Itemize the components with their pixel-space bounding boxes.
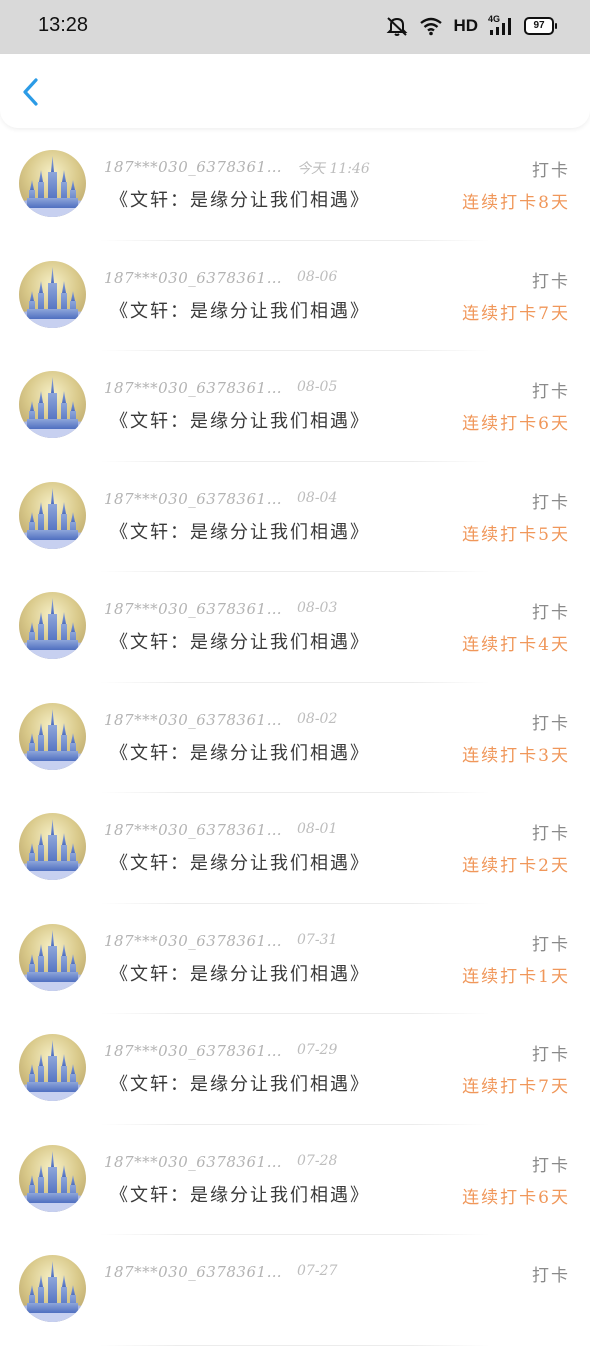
castle-avatar-image — [19, 1034, 86, 1101]
row-username: 187***030_6378361… — [104, 1152, 283, 1171]
status-icons: HD 4G 97 — [385, 14, 557, 38]
status-bar: 13:28 HD 4G 97 — [0, 0, 590, 54]
row-date: 07-29 — [297, 1042, 338, 1058]
checkin-record-row[interactable]: 187***030_6378361… 07-28 《文轩：是缘分让我们相遇》 打… — [0, 1125, 590, 1235]
row-checkin-label: 打卡 — [532, 1266, 570, 1286]
avatar[interactable] — [19, 592, 86, 659]
wifi-icon — [419, 16, 443, 36]
avatar[interactable] — [19, 481, 86, 549]
castle-avatar-image — [19, 923, 86, 991]
avatar[interactable] — [19, 150, 86, 217]
checkin-record-row[interactable]: 187***030_6378361… 今天 11:46 《文轩：是缘分让我们相遇… — [0, 130, 590, 241]
row-divider — [100, 1344, 490, 1346]
avatar[interactable] — [19, 702, 86, 770]
row-checkin-label: 打卡 — [532, 1155, 570, 1176]
castle-avatar-image — [19, 150, 86, 217]
checkin-record-list: 187***030_6378361… 今天 11:46 《文轩：是缘分让我们相遇… — [0, 130, 590, 1346]
row-username: 187***030_6378361… — [104, 379, 283, 397]
row-work-title: 《文轩：是缘分让我们相遇》 — [110, 632, 370, 653]
row-date: 08-04 — [297, 489, 338, 506]
row-username: 187***030_6378361… — [104, 600, 283, 618]
back-button[interactable] — [14, 74, 50, 110]
castle-avatar-image — [19, 260, 86, 328]
row-date: 08-05 — [297, 379, 338, 395]
row-checkin-label: 打卡 — [532, 713, 570, 734]
status-time: 13:28 — [38, 14, 89, 36]
row-streak-badge: 连续打卡8天 — [462, 193, 570, 213]
row-streak-badge: 连续打卡2天 — [462, 856, 570, 876]
row-date: 08-06 — [297, 268, 338, 285]
signal-icon: 4G — [488, 14, 514, 37]
row-work-title: 《文轩：是缘分让我们相遇》 — [110, 853, 370, 874]
checkin-record-row[interactable]: 187***030_6378361… 07-29 《文轩：是缘分让我们相遇》 打… — [0, 1014, 590, 1125]
row-username: 187***030_6378361… — [104, 1042, 283, 1060]
row-work-title: 《文轩：是缘分让我们相遇》 — [110, 1184, 370, 1206]
row-date: 今天 11:46 — [297, 161, 370, 177]
checkin-record-row[interactable]: 187***030_6378361… 07-31 《文轩：是缘分让我们相遇》 打… — [0, 904, 590, 1014]
row-work-title: 《文轩：是缘分让我们相遇》 — [110, 963, 370, 985]
row-work-title: 《文轩：是缘分让我们相遇》 — [110, 300, 370, 322]
network-hd-label: HD — [453, 16, 478, 35]
row-username: 187***030_6378361… — [104, 931, 283, 950]
row-checkin-label: 打卡 — [532, 1045, 570, 1065]
castle-avatar-image — [19, 481, 86, 549]
row-checkin-label: 打卡 — [532, 603, 570, 623]
row-username: 187***030_6378361… — [104, 268, 283, 287]
checkin-record-row[interactable]: 187***030_6378361… 07-27 打卡 — [0, 1235, 590, 1346]
row-streak-badge: 连续打卡1天 — [462, 966, 570, 987]
mute-bell-icon — [385, 15, 409, 37]
row-checkin-label: 打卡 — [532, 934, 570, 955]
row-date: 07-31 — [297, 931, 338, 948]
checkin-record-row[interactable]: 187***030_6378361… 08-06 《文轩：是缘分让我们相遇》 打… — [0, 241, 590, 351]
row-streak-badge: 连续打卡7天 — [462, 1077, 570, 1097]
row-checkin-label: 打卡 — [532, 271, 570, 292]
avatar[interactable] — [19, 923, 86, 991]
checkin-record-row[interactable]: 187***030_6378361… 08-04 《文轩：是缘分让我们相遇》 打… — [0, 462, 590, 572]
row-date: 08-03 — [297, 600, 338, 616]
row-work-title: 《文轩：是缘分让我们相遇》 — [110, 1074, 370, 1095]
row-streak-badge: 连续打卡5天 — [462, 524, 570, 545]
row-work-title: 《文轩：是缘分让我们相遇》 — [110, 411, 370, 432]
row-username: 187***030_6378361… — [104, 1263, 283, 1281]
row-checkin-label: 打卡 — [532, 824, 570, 844]
avatar[interactable] — [19, 813, 86, 880]
row-username: 187***030_6378361… — [104, 489, 283, 508]
castle-avatar-image — [19, 592, 86, 659]
row-username: 187***030_6378361… — [104, 710, 283, 729]
row-username: 187***030_6378361… — [104, 821, 283, 839]
row-streak-badge: 连续打卡6天 — [462, 1187, 570, 1208]
row-work-title: 《文轩：是缘分让我们相遇》 — [110, 742, 370, 764]
avatar[interactable] — [19, 1144, 86, 1212]
checkin-record-row[interactable]: 187***030_6378361… 08-03 《文轩：是缘分让我们相遇》 打… — [0, 572, 590, 683]
row-streak-badge: 连续打卡7天 — [462, 303, 570, 324]
row-date: 08-01 — [297, 821, 338, 837]
top-nav-bar — [0, 54, 590, 128]
row-username: 187***030_6378361… — [104, 158, 283, 176]
castle-avatar-image — [19, 1255, 86, 1322]
row-streak-badge: 连续打卡6天 — [462, 414, 570, 434]
castle-avatar-image — [19, 813, 86, 880]
checkin-record-row[interactable]: 187***030_6378361… 08-02 《文轩：是缘分让我们相遇》 打… — [0, 683, 590, 793]
castle-avatar-image — [19, 371, 86, 438]
castle-avatar-image — [19, 702, 86, 770]
castle-avatar-image — [19, 1144, 86, 1212]
row-date: 07-28 — [297, 1152, 338, 1169]
battery-icon: 97 — [524, 17, 557, 35]
row-work-title: 《文轩：是缘分让我们相遇》 — [110, 190, 370, 211]
row-date: 07-27 — [297, 1263, 338, 1279]
avatar[interactable] — [19, 1034, 86, 1101]
row-checkin-label: 打卡 — [532, 161, 570, 181]
avatar[interactable] — [19, 1255, 86, 1322]
checkin-record-row[interactable]: 187***030_6378361… 08-01 《文轩：是缘分让我们相遇》 打… — [0, 793, 590, 904]
row-checkin-label: 打卡 — [532, 492, 570, 513]
row-streak-badge: 连续打卡4天 — [462, 635, 570, 655]
row-date: 08-02 — [297, 710, 338, 727]
row-streak-badge: 连续打卡3天 — [462, 745, 570, 766]
checkin-record-row[interactable]: 187***030_6378361… 08-05 《文轩：是缘分让我们相遇》 打… — [0, 351, 590, 462]
avatar[interactable] — [19, 260, 86, 328]
row-checkin-label: 打卡 — [532, 382, 570, 402]
avatar[interactable] — [19, 371, 86, 438]
row-work-title: 《文轩：是缘分让我们相遇》 — [110, 521, 370, 543]
chevron-left-icon — [23, 78, 38, 106]
